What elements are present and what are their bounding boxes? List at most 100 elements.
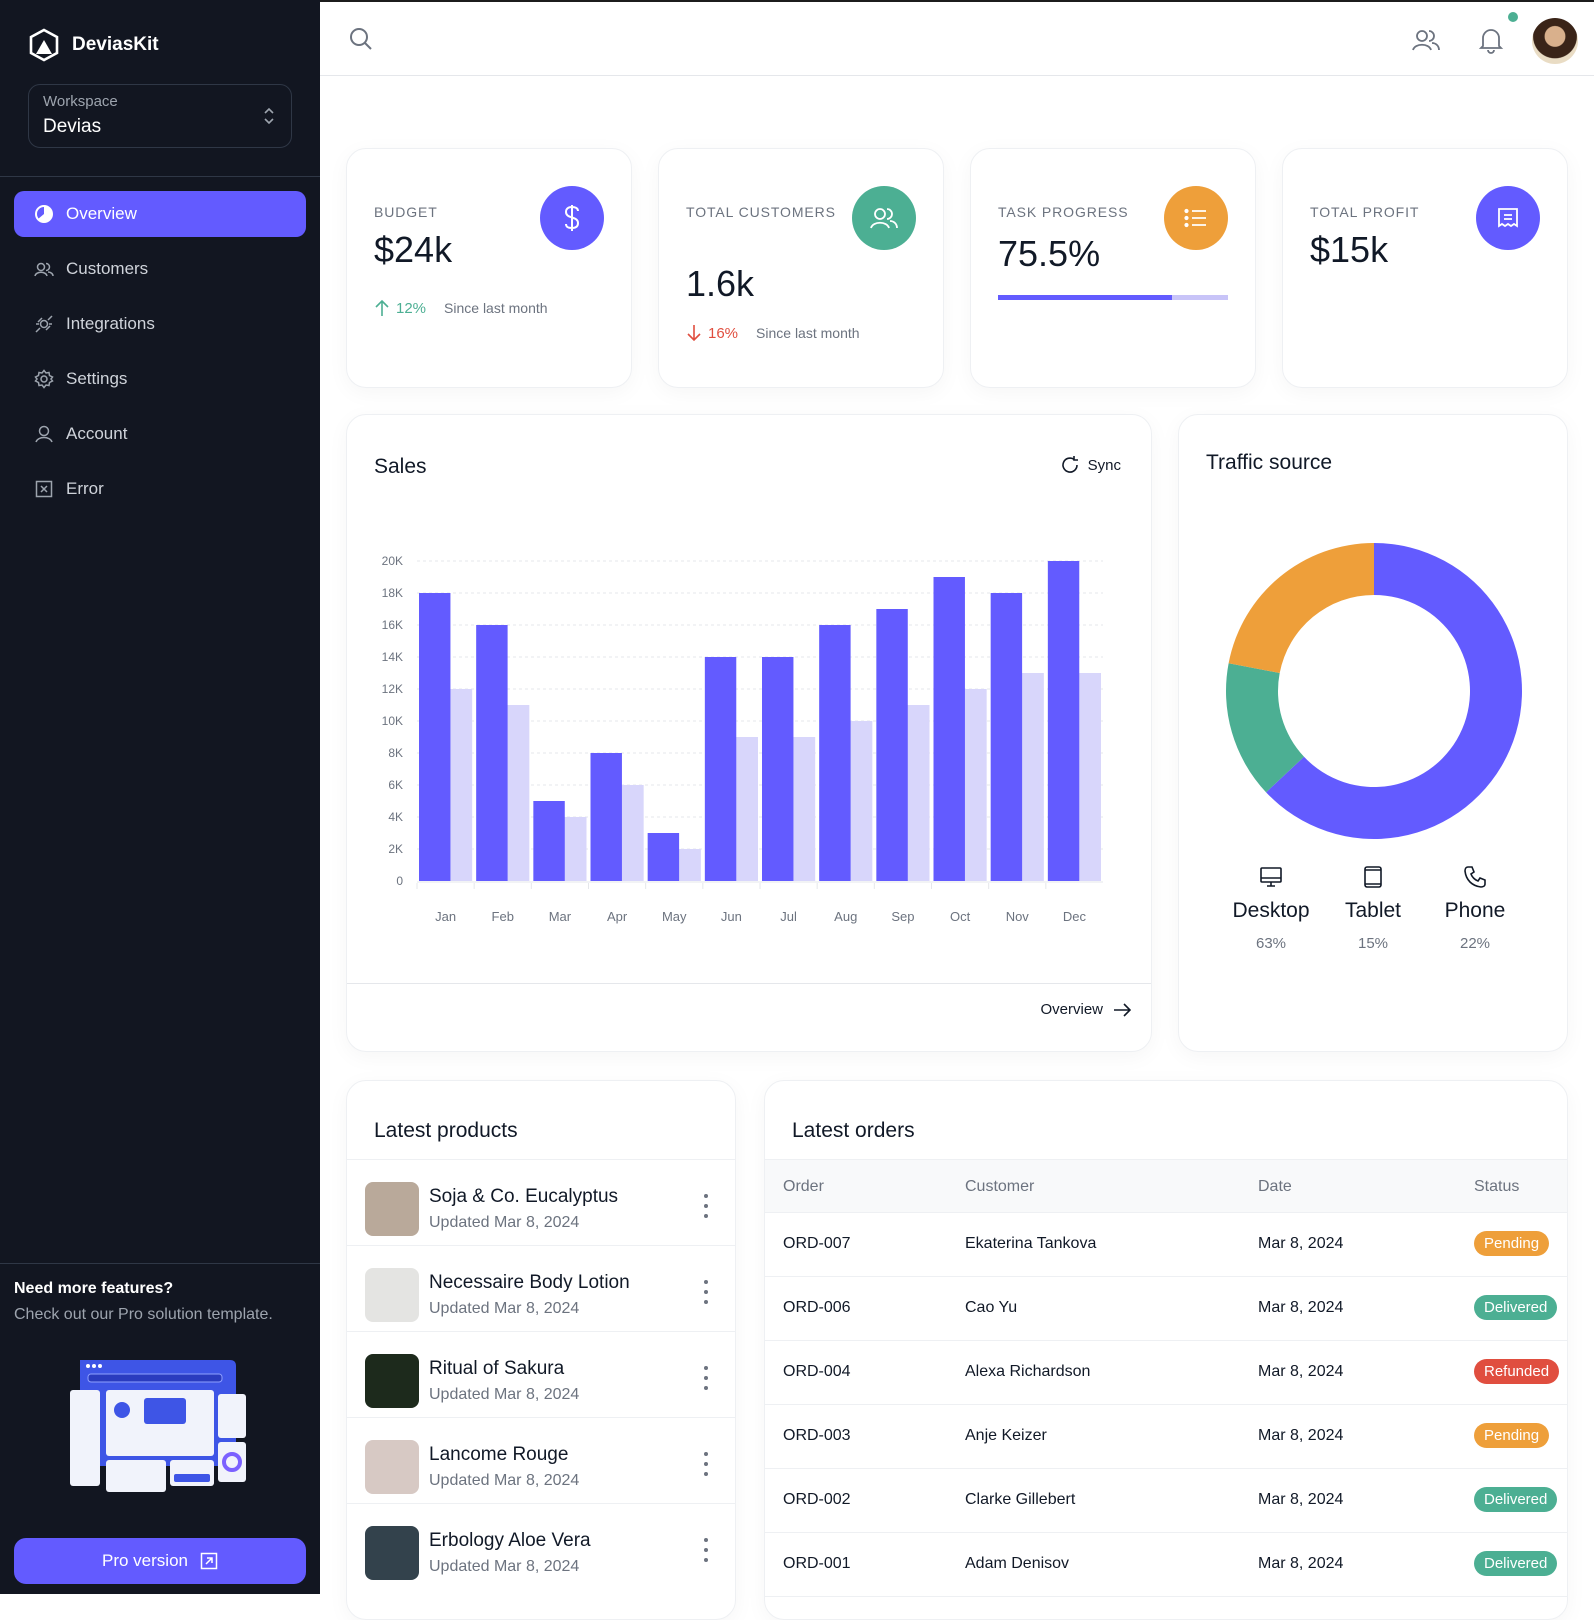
notification-dot [1508,12,1518,22]
brand-logo[interactable]: DeviasKit [28,28,159,62]
product-updated: Updated Mar 8, 2024 [429,1214,580,1231]
list-bullets-icon [1164,186,1228,250]
bar-this-year[interactable] [876,609,908,881]
product-image [365,1182,419,1236]
bar-this-year[interactable] [704,657,737,881]
product-name: Lancome Rouge [429,1444,569,1465]
task-progress-fill [998,295,1172,300]
order-row[interactable]: ORD-002 Clarke Gillebert Mar 8, 2024 Delive… [765,1469,1567,1533]
sidebar-item-label: Settings [66,369,128,388]
brand-name: DeviasKit [72,34,159,55]
product-list-item[interactable]: Lancome Rouge Updated Mar 8, 2024 [347,1417,735,1503]
order-row[interactable]: ORD-006 Cao Yu Mar 8, 2024 Delivered [765,1277,1567,1341]
bar-this-year[interactable] [647,833,680,881]
x-tick-label: Feb [492,909,514,924]
x-tick-label: Oct [950,909,971,924]
sidebar-item-error[interactable]: Error [14,466,306,512]
column-header-status[interactable]: Status [1474,1178,1519,1196]
product-image [365,1354,419,1408]
sidebar-item-account[interactable]: Account [14,411,306,457]
pro-version-button[interactable]: Pro version [14,1538,306,1584]
column-header-customer[interactable]: Customer [965,1178,1034,1196]
task-progress-card: Task Progress 75.5% [970,148,1256,388]
y-tick-label: 2K [388,842,403,856]
bar-this-year[interactable] [533,801,565,881]
order-date: Mar 8, 2024 [1258,1299,1344,1316]
currency-dollar-icon [540,186,604,250]
bar-this-year[interactable] [819,625,851,881]
traffic-legend: Desktop 63% Tablet 15% Phone 22% [1179,865,1567,952]
bar-this-year[interactable] [590,753,622,881]
order-date: Mar 8, 2024 [1258,1235,1344,1252]
y-tick-label: 14K [382,650,403,664]
product-updated: Updated Mar 8, 2024 [429,1300,580,1317]
sidebar-item-settings[interactable]: Settings [14,356,306,402]
more-options-button[interactable] [697,1452,715,1476]
more-options-button[interactable] [697,1538,715,1562]
bar-this-year[interactable] [762,657,794,881]
legend-value: 22% [1459,935,1491,952]
donut-slice-phone[interactable] [1228,543,1374,674]
more-options-button[interactable] [697,1366,715,1390]
more-options-button[interactable] [697,1280,715,1304]
orders-table-header: Order Customer Date Status [765,1159,1567,1213]
chart-pie-icon [35,205,53,223]
column-header-date[interactable]: Date [1258,1178,1292,1196]
sales-title: Sales [374,455,427,478]
product-list-item[interactable]: Soja & Co. Eucalyptus Updated Mar 8, 2024 [347,1159,735,1245]
bar-this-year[interactable] [933,577,965,881]
legend-value: 63% [1255,935,1287,952]
dots-vertical-icon [704,1452,708,1456]
product-list-item[interactable]: Ritual of Sakura Updated Mar 8, 2024 [347,1331,735,1417]
pro-template-illustration [70,1360,246,1492]
order-customer: Adam Denisov [965,1555,1070,1572]
sidebar: DeviasKit Workspace Devias Overview Cust… [0,0,320,1594]
status-badge: Pending [1474,1423,1550,1448]
logo-icon [29,28,59,62]
sidebar-item-integrations[interactable]: Integrations [14,301,306,347]
bar-this-year[interactable] [476,625,508,881]
bar-this-year[interactable] [1047,561,1080,881]
y-tick-label: 20K [382,554,403,568]
arrow-up-icon [375,299,389,316]
product-list-item[interactable]: Necessaire Body Lotion Updated Mar 8, 202… [347,1245,735,1331]
task-progress-bar [998,295,1228,300]
order-row[interactable]: ORD-007 Ekaterina Tankova Mar 8, 2024 Pendi… [765,1213,1567,1277]
latest-products-card: Latest products Soja & Co. Eucalyptus Upd… [346,1080,736,1620]
user-avatar[interactable] [1532,18,1578,64]
kpi-label: Total Profit [1310,204,1420,220]
order-row[interactable]: ORD-001 Adam Denisov Mar 8, 2024 Delivered [765,1533,1567,1597]
legend-label: Desktop [1232,899,1310,922]
product-name: Ritual of Sakura [429,1358,565,1379]
order-customer: Anje Keizer [965,1427,1047,1444]
kpi-diff: 12% [396,299,427,317]
search-icon[interactable] [348,26,374,52]
legend-item-tablet: Tablet 15% [1333,865,1413,952]
sidebar-item-customers[interactable]: Customers [14,246,306,292]
more-options-button[interactable] [697,1194,715,1218]
overview-button[interactable]: Overview [1040,1001,1131,1018]
order-id: ORD-006 [783,1299,851,1316]
dots-vertical-icon [704,1366,708,1370]
order-row[interactable]: ORD-003 Anje Keizer Mar 8, 2024 Pending [765,1405,1567,1469]
bell-icon[interactable] [1478,26,1504,54]
plugs-icon [35,315,53,333]
product-updated: Updated Mar 8, 2024 [429,1472,580,1489]
workspace-selector[interactable]: Workspace Devias [28,84,292,148]
column-header-order[interactable]: Order [783,1178,824,1196]
kpi-since: Since last month [756,325,860,341]
order-date: Mar 8, 2024 [1258,1491,1344,1508]
sync-button[interactable]: Sync [1060,455,1121,475]
sidebar-item-overview[interactable]: Overview [14,191,306,237]
product-image [365,1268,419,1322]
bar-this-year[interactable] [990,593,1023,881]
bar-this-year[interactable] [419,593,451,881]
x-tick-label: Apr [607,909,628,924]
x-square-icon [35,480,53,498]
product-list-item[interactable]: Erbology Aloe Vera Updated Mar 8, 2024 [347,1503,735,1589]
product-updated: Updated Mar 8, 2024 [429,1386,580,1403]
order-row[interactable]: ORD-004 Alexa Richardson Mar 8, 2024 Refund… [765,1341,1567,1405]
kpi-label: Task Progress [998,204,1129,220]
dots-vertical-icon [704,1538,708,1542]
users-icon[interactable] [1412,28,1440,52]
